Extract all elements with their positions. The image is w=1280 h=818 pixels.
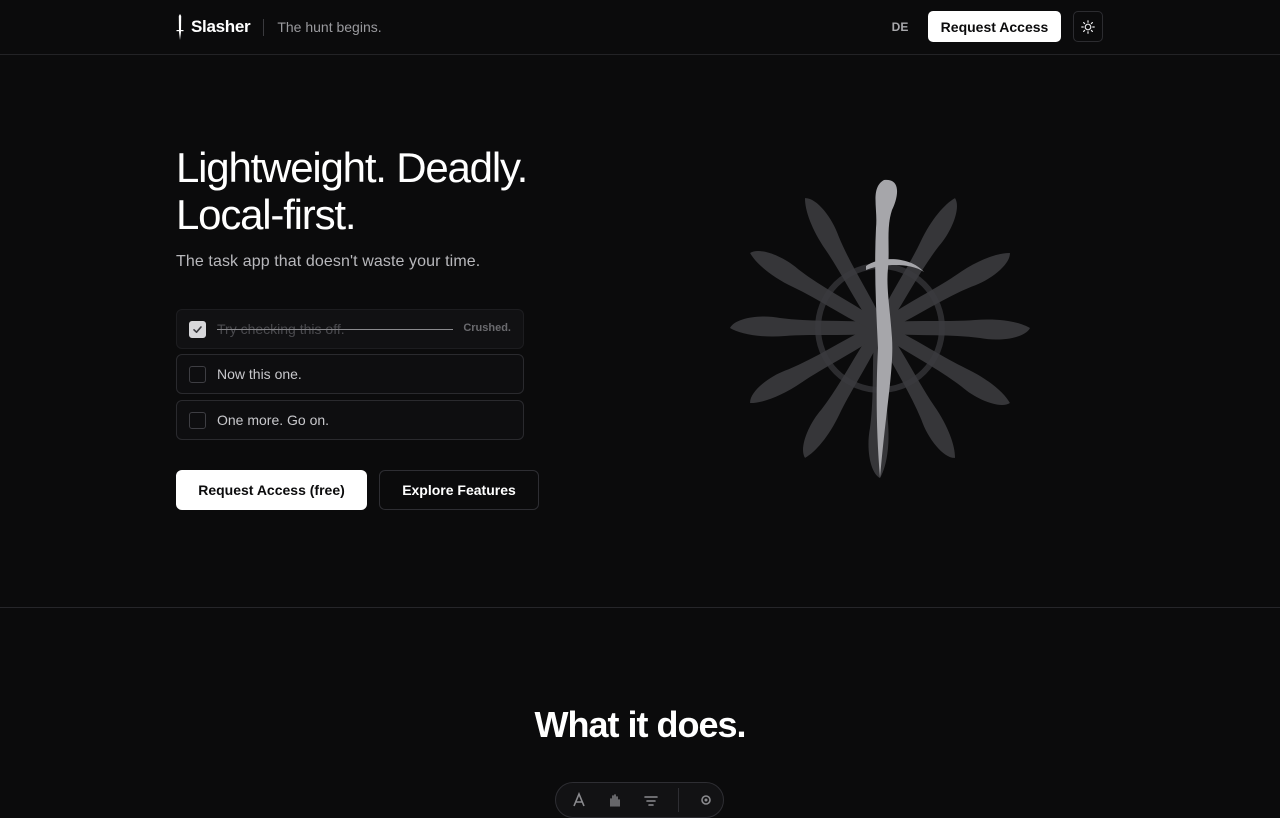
text-icon[interactable] — [570, 791, 588, 809]
task-checkbox[interactable] — [189, 411, 206, 429]
task-label: Now this one. — [217, 366, 302, 382]
dagger-swirl-icon — [730, 179, 1030, 479]
demo-task-2[interactable]: Now this one. — [176, 354, 524, 394]
feature-tab-bar — [555, 782, 724, 818]
demo-task-3[interactable]: One more. Go on. — [176, 400, 524, 440]
sun-icon — [1081, 19, 1095, 34]
explore-features-button[interactable]: Explore Features — [379, 470, 539, 510]
hand-icon[interactable] — [606, 791, 624, 809]
features-section-title: What it does. — [534, 704, 747, 745]
strike-through-line — [217, 329, 453, 330]
hero-title: Lightweight. Deadly. Local-first. — [176, 144, 656, 238]
section-divider — [0, 607, 1280, 608]
request-access-free-button[interactable]: Request Access (free) — [176, 470, 367, 510]
gear-icon[interactable] — [697, 791, 715, 809]
brand-tagline: The hunt begins. — [277, 19, 382, 35]
task-status-label: Crushed. — [463, 322, 511, 334]
header-request-access-button[interactable]: Request Access — [928, 11, 1061, 42]
language-switch-button[interactable]: DE — [884, 14, 916, 40]
task-checkbox[interactable] — [189, 365, 206, 383]
brand-divider — [263, 18, 265, 36]
task-checkbox-checked[interactable] — [189, 320, 206, 338]
filter-icon[interactable] — [642, 791, 660, 809]
feature-bar-divider — [678, 788, 679, 812]
demo-task-1[interactable]: Try checking this off. Crushed. — [176, 309, 524, 349]
hero-title-line-1: Lightweight. Deadly. — [176, 144, 528, 191]
brand[interactable]: Slasher The hunt begins. — [176, 13, 382, 41]
task-label: One more. Go on. — [217, 412, 330, 428]
dagger-logo-icon — [176, 14, 184, 40]
theme-toggle-button[interactable] — [1073, 11, 1103, 42]
brand-name: Slasher — [191, 17, 251, 36]
hero-subtitle: The task app that doesn't waste your tim… — [176, 253, 481, 270]
hero-title-line-2: Local-first. — [176, 191, 357, 238]
top-nav: Slasher The hunt begins. DE Request Acce… — [0, 0, 1280, 55]
checkmark-icon — [193, 325, 202, 333]
